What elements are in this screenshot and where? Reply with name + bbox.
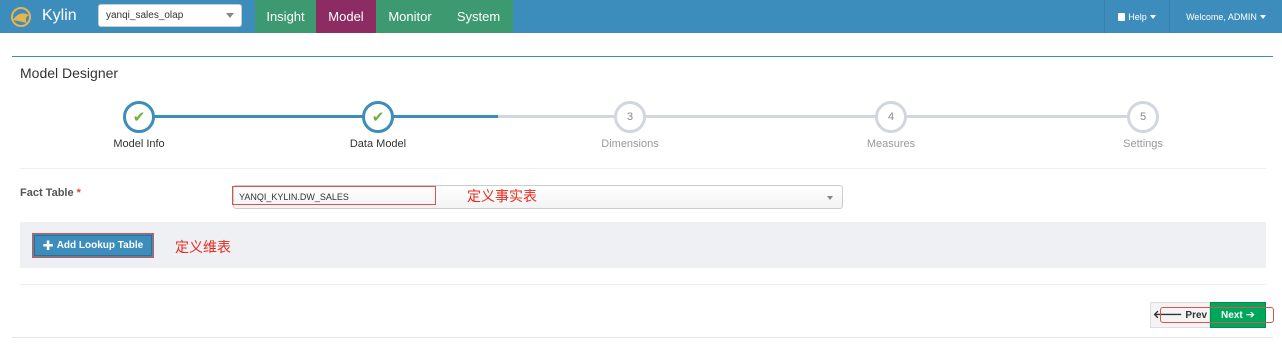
help-menu[interactable]: Help bbox=[1104, 0, 1170, 33]
tab-model[interactable]: Model bbox=[316, 0, 376, 33]
wizard-step-settings[interactable]: 5 bbox=[1127, 101, 1159, 133]
kylin-logo bbox=[11, 7, 31, 27]
caret-down-icon bbox=[1259, 14, 1266, 19]
user-menu[interactable]: Welcome, ADMIN bbox=[1170, 0, 1282, 33]
fact-table-label: Fact Table * bbox=[20, 187, 81, 199]
step-number: 4 bbox=[887, 111, 895, 123]
step-label-measures: Measures bbox=[866, 138, 916, 150]
tab-monitor[interactable]: Monitor bbox=[376, 0, 444, 33]
project-select-value: yanqi_sales_olap bbox=[106, 10, 184, 21]
step-number: 3 bbox=[626, 111, 634, 123]
welcome-label: Welcome, ADMIN bbox=[1186, 11, 1257, 22]
wizard-progress-done bbox=[138, 115, 498, 118]
step-number: 5 bbox=[1139, 111, 1147, 123]
lookup-table-annotation: 定义维表 bbox=[175, 239, 231, 255]
help-label: Help bbox=[1128, 11, 1147, 22]
add-lookup-table-button[interactable]: ✚ Add Lookup Table bbox=[32, 233, 154, 258]
book-icon bbox=[1118, 12, 1126, 21]
required-mark: * bbox=[76, 187, 81, 199]
check-icon: ✔ bbox=[132, 108, 146, 126]
tab-system-label: System bbox=[456, 9, 501, 24]
wizard-step-measures[interactable]: 4 bbox=[875, 101, 907, 133]
wizard-step-dimensions[interactable]: 3 bbox=[614, 101, 646, 133]
fact-table-label-text: Fact Table bbox=[20, 187, 74, 199]
caret-down-icon bbox=[1149, 14, 1156, 19]
fact-table-annotation: 定义事实表 bbox=[467, 188, 537, 204]
tab-system[interactable]: System bbox=[444, 0, 513, 33]
wizard-step-model-info[interactable]: ✔ bbox=[123, 101, 155, 133]
step-label-model-info: Model Info bbox=[113, 138, 165, 150]
project-select[interactable]: yanqi_sales_olap bbox=[98, 4, 242, 27]
tab-monitor-label: Monitor bbox=[388, 9, 432, 24]
fact-table-value: YANQI_KYLIN.DW_SALES bbox=[232, 186, 436, 205]
tab-insight-label: Insight bbox=[266, 9, 305, 24]
tab-model-label: Model bbox=[328, 9, 364, 24]
divider bbox=[20, 168, 1266, 169]
wizard-progress-remaining bbox=[498, 115, 1143, 118]
step-label-data-model: Data Model bbox=[349, 138, 407, 150]
wizard-step-data-model[interactable]: ✔ bbox=[362, 101, 394, 133]
check-icon: ✔ bbox=[371, 108, 385, 126]
brand[interactable]: Kylin bbox=[0, 0, 88, 33]
step-label-settings: Settings bbox=[1123, 138, 1163, 150]
tab-insight[interactable]: Insight bbox=[255, 0, 316, 33]
divider bbox=[20, 284, 1266, 285]
annotation-outline bbox=[1160, 307, 1274, 323]
step-label-dimensions: Dimensions bbox=[601, 138, 659, 150]
add-lookup-table-label: Add Lookup Table bbox=[56, 240, 144, 251]
brand-name: Kylin bbox=[42, 7, 77, 24]
chevron-down-icon bbox=[226, 13, 234, 18]
chevron-down-icon bbox=[827, 196, 833, 200]
plus-icon: ✚ bbox=[42, 238, 54, 253]
page-title: Model Designer bbox=[20, 65, 119, 81]
top-navbar: Kylin yanqi_sales_olap Insight Model Mon… bbox=[0, 0, 1282, 33]
